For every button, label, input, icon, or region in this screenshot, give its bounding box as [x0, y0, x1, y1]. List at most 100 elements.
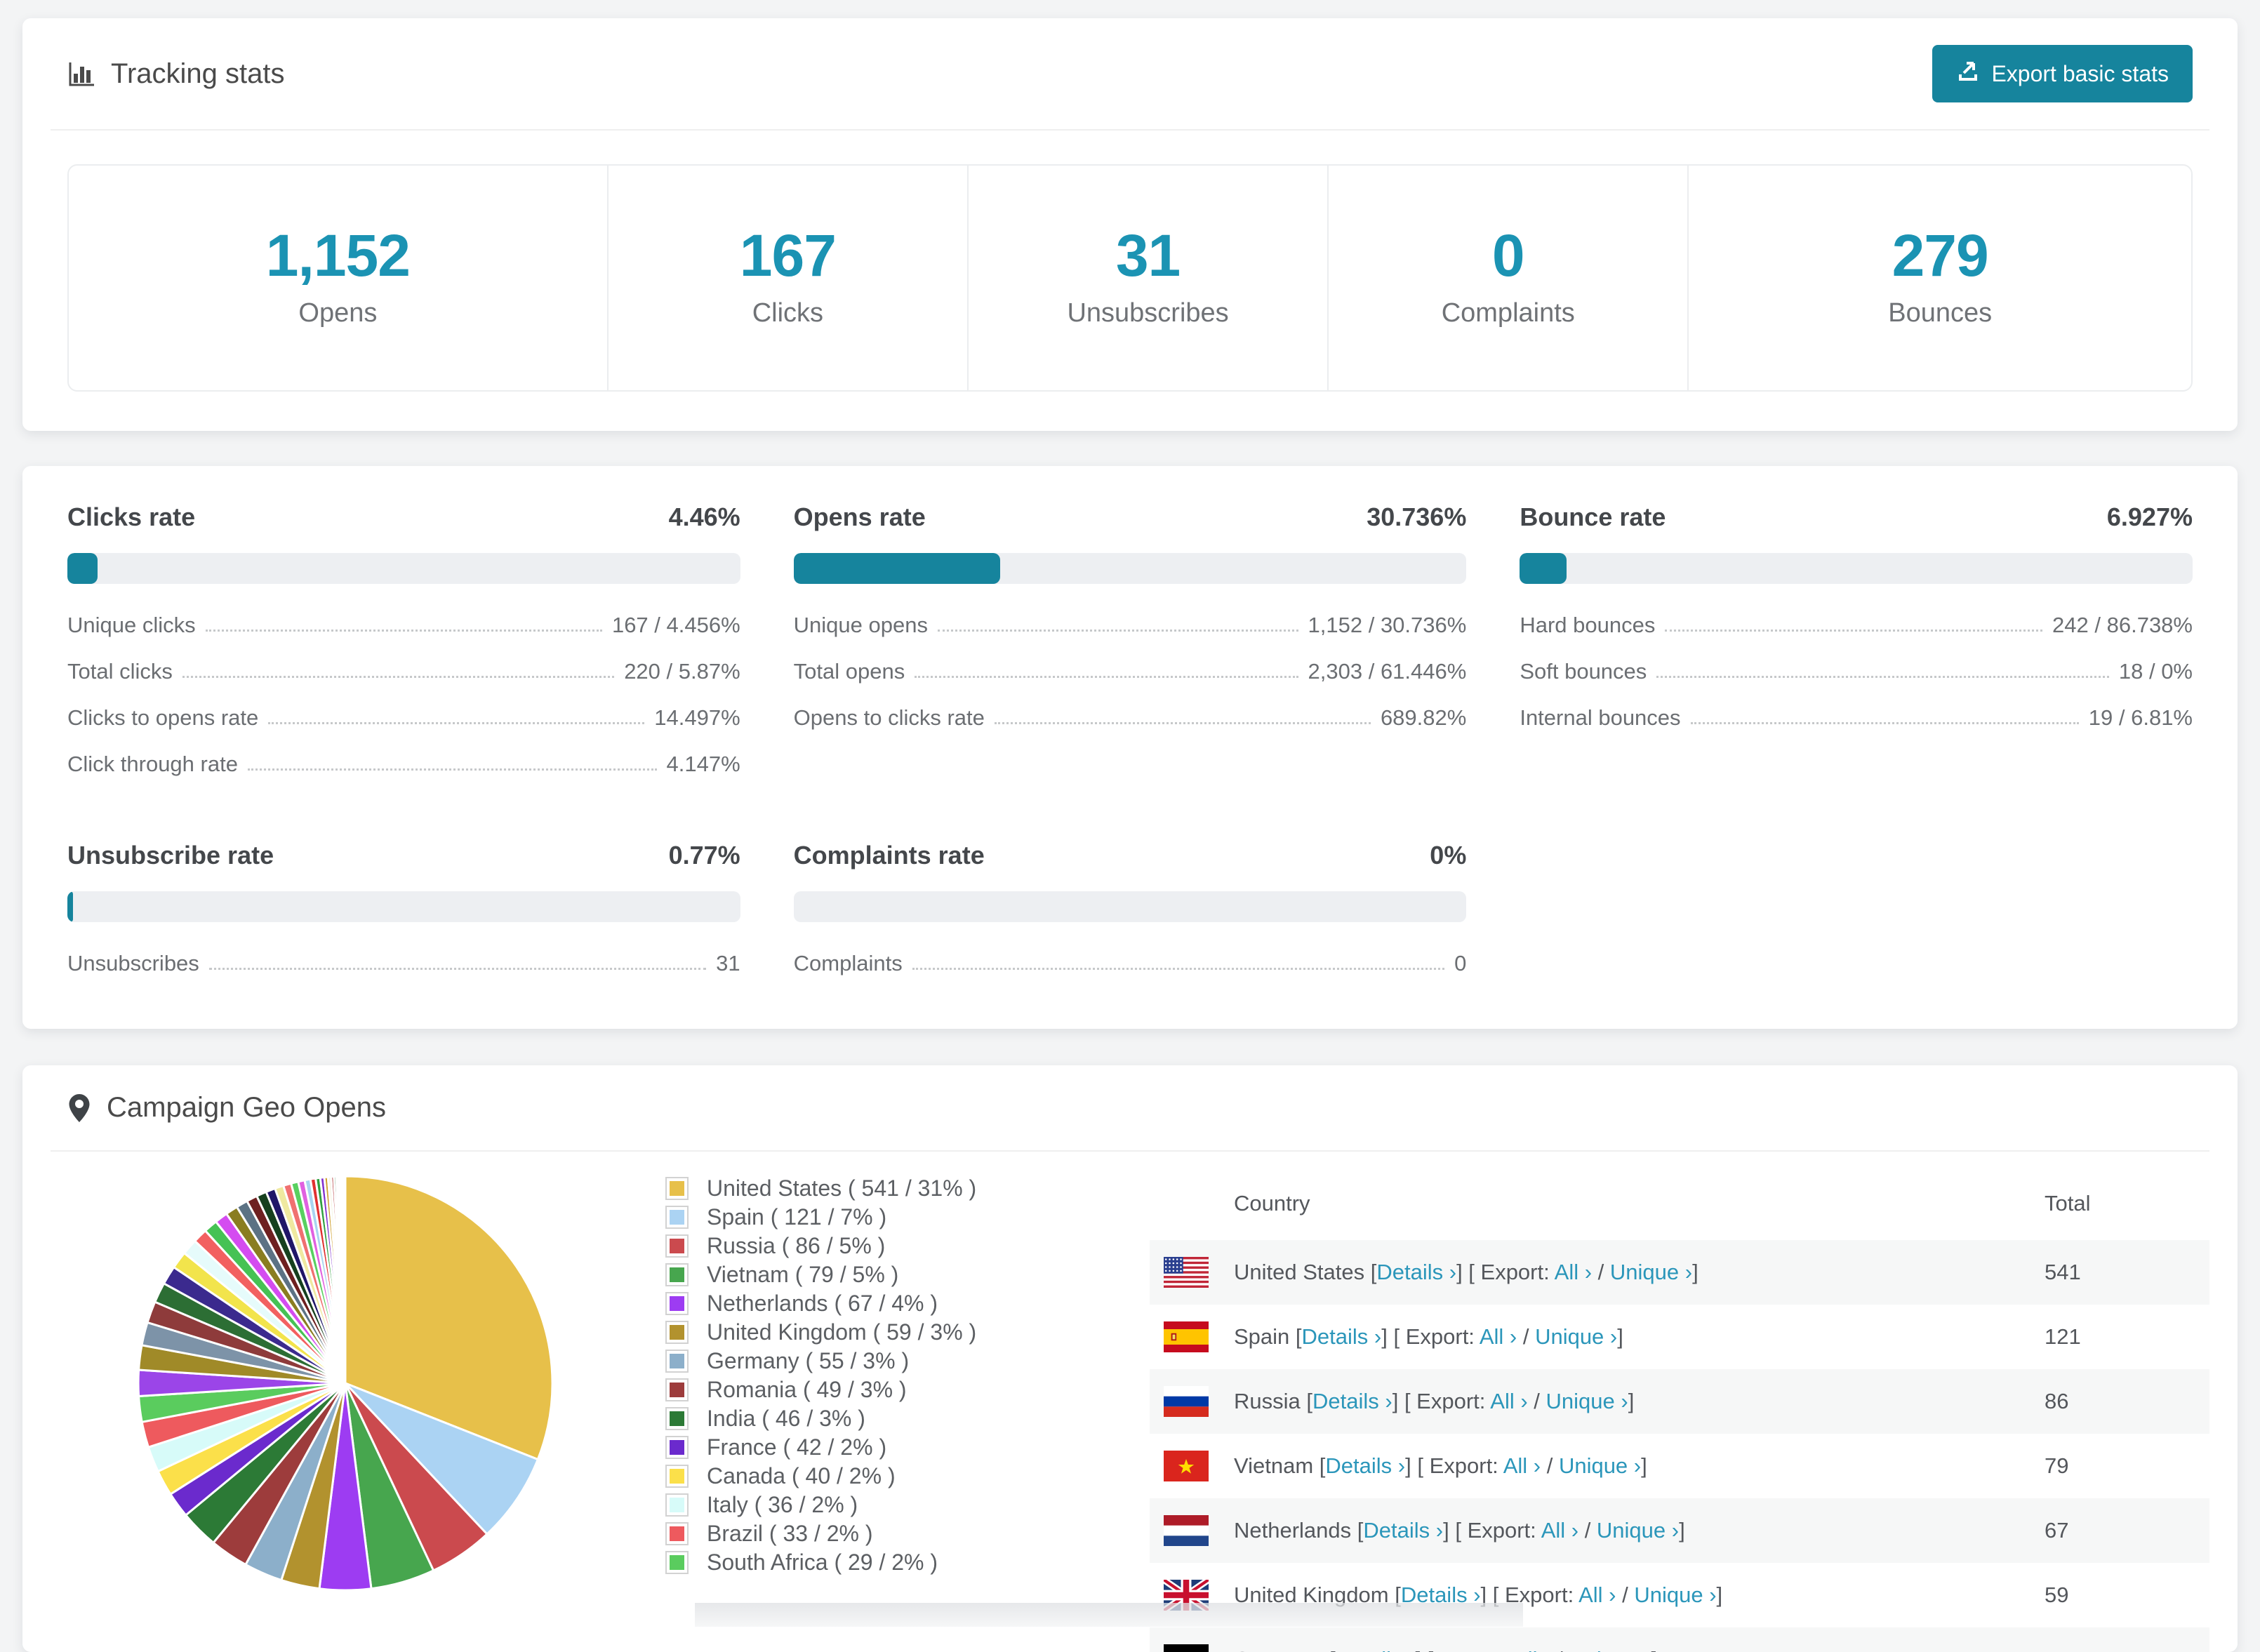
legend-swatch — [665, 1465, 689, 1488]
export-unique-link[interactable]: Unique › — [1610, 1260, 1692, 1284]
country-total: 59 — [2045, 1583, 2069, 1607]
details-link[interactable]: Details › — [1312, 1389, 1392, 1413]
rate-detail-value: 167 / 4.456% — [611, 613, 740, 637]
header-divider — [51, 129, 2209, 131]
rate-detail-label: Complaints — [793, 951, 903, 975]
rate-detail-row: Unique opens 1,152 / 30.736% — [794, 602, 1467, 648]
rate-detail-row: Total opens 2,303 / 61.446% — [794, 648, 1467, 695]
rate-detail-value: 689.82% — [1380, 705, 1467, 730]
stat-value: 1,152 — [265, 222, 411, 288]
geo-table-header: Country Total — [1150, 1173, 2209, 1240]
geo-table-row: Vietnam [Details ›] [ Export: All › / Un… — [1150, 1434, 2209, 1498]
export-unique-link[interactable]: Unique › — [1569, 1647, 1651, 1652]
rate-detail-value: 4.147% — [666, 752, 740, 776]
rate-detail-label: Total clicks — [67, 659, 173, 684]
legend-item[interactable]: Netherlands ( 67 / 4% ) — [665, 1289, 1150, 1318]
legend-item[interactable]: Brazil ( 33 / 2% ) — [665, 1519, 1150, 1548]
rate-block: Complaints rate 0% Complaints 0 — [793, 841, 1467, 987]
geo-table-row: Russia [Details ›] [ Export: All › / Uni… — [1150, 1369, 2209, 1434]
rate-progress-fill — [67, 891, 73, 922]
details-link[interactable]: Details › — [1325, 1453, 1405, 1478]
dotted-leader — [247, 768, 657, 771]
export-unique-link[interactable]: Unique › — [1597, 1518, 1679, 1543]
legend-item[interactable]: Russia ( 86 / 5% ) — [665, 1232, 1150, 1260]
rate-title: Unsubscribe rate — [67, 841, 274, 870]
export-all-link[interactable]: All › — [1578, 1583, 1616, 1607]
legend-item[interactable]: Romania ( 49 / 3% ) — [665, 1375, 1150, 1404]
export-icon — [1956, 59, 1980, 88]
export-unique-link[interactable]: Unique › — [1559, 1453, 1641, 1478]
rate-title: Opens rate — [793, 502, 926, 531]
legend-item[interactable]: Germany ( 55 / 3% ) — [665, 1347, 1150, 1375]
rate-value: 0% — [1430, 841, 1467, 870]
legend-item[interactable]: United Kingdom ( 59 / 3% ) — [665, 1318, 1150, 1347]
export-all-link[interactable]: All › — [1490, 1389, 1527, 1413]
rate-detail-value: 242 / 86.738% — [2052, 613, 2193, 637]
rate-detail-label: Soft bounces — [1520, 659, 1647, 684]
rate-value: 0.77% — [668, 841, 740, 870]
rate-title: Bounce rate — [1520, 502, 1666, 531]
country-flag-icon — [1164, 1451, 1209, 1481]
legend-item[interactable]: Canada ( 40 / 2% ) — [665, 1462, 1150, 1491]
legend-item[interactable]: Italy ( 36 / 2% ) — [665, 1491, 1150, 1519]
stat-label: Clicks — [752, 298, 824, 328]
details-link[interactable]: Details › — [1363, 1518, 1443, 1543]
rate-detail-label: Unsubscribes — [67, 951, 199, 975]
geo-table-row: Germany [Details ›] [ Export: All › / Un… — [1150, 1627, 2209, 1652]
dotted-leader — [937, 630, 1298, 632]
rate-detail-row: Unique clicks 167 / 4.456% — [67, 602, 740, 648]
rate-detail-row: Unsubscribes 31 — [67, 940, 740, 987]
dotted-leader — [182, 676, 615, 678]
dotted-leader — [1665, 630, 2043, 632]
legend-item[interactable]: United States ( 541 / 31% ) — [665, 1174, 1150, 1203]
legend-item[interactable]: Vietnam ( 79 / 5% ) — [665, 1260, 1150, 1289]
legend-swatch — [665, 1206, 689, 1229]
geo-table-row: Spain [Details ›] [ Export: All › / Uniq… — [1150, 1305, 2209, 1369]
export-all-link[interactable]: All › — [1503, 1453, 1541, 1478]
rate-block: Clicks rate 4.46% Unique clicks 167 / 4.… — [67, 502, 740, 787]
legend-swatch — [665, 1551, 689, 1574]
geo-pie-chart — [135, 1173, 556, 1652]
tracking-stats-title: Tracking stats — [67, 58, 284, 90]
legend-swatch — [665, 1378, 689, 1401]
legend-item[interactable]: South Africa ( 29 / 2% ) — [665, 1548, 1150, 1577]
rate-detail-row: Click through rate 4.147% — [67, 741, 740, 787]
country-name: Vietnam — [1234, 1453, 1314, 1478]
legend-item[interactable]: France ( 42 / 2% ) — [665, 1433, 1150, 1462]
rate-detail-value: 2,303 / 61.446% — [1308, 659, 1467, 684]
rate-title: Complaints rate — [793, 841, 985, 870]
legend-label: Brazil ( 33 / 2% ) — [707, 1521, 873, 1546]
export-unique-link[interactable]: Unique › — [1546, 1389, 1628, 1413]
dotted-leader — [994, 722, 1371, 724]
rate-detail-label: Clicks to opens rate — [67, 705, 259, 730]
legend-swatch — [665, 1292, 689, 1315]
bottom-shadow-band — [695, 1603, 1523, 1627]
stat-card: 167 Clicks — [609, 166, 969, 390]
country-flag-icon — [1164, 1257, 1209, 1288]
legend-item[interactable]: India ( 46 / 3% ) — [665, 1404, 1150, 1433]
rate-value: 6.927% — [2106, 502, 2193, 531]
geo-legend: United States ( 541 / 31% ) Spain ( 121 … — [665, 1173, 1150, 1652]
export-all-link[interactable]: All › — [1480, 1324, 1517, 1349]
details-link[interactable]: Details › — [1376, 1260, 1456, 1284]
stat-label: Opens — [298, 298, 378, 328]
summary-stats-strip: 1,152 Opens 167 Clicks 31 Unsubscribes 0… — [67, 164, 2193, 392]
export-label: Export: — [1433, 1647, 1508, 1652]
country-name: United States — [1234, 1260, 1365, 1284]
legend-label: Italy ( 36 / 2% ) — [707, 1492, 858, 1517]
export-all-link[interactable]: All › — [1541, 1518, 1578, 1543]
details-link[interactable]: Details › — [1302, 1324, 1382, 1349]
stat-value: 167 — [739, 222, 837, 288]
details-link[interactable]: Details › — [1336, 1647, 1416, 1652]
export-all-link[interactable]: All › — [1513, 1647, 1550, 1652]
export-unique-link[interactable]: Unique › — [1535, 1324, 1617, 1349]
rates-grid: Clicks rate 4.46% Unique clicks 167 / 4.… — [67, 502, 2193, 987]
legend-label: Vietnam ( 79 / 5% ) — [707, 1262, 899, 1287]
export-unique-link[interactable]: Unique › — [1634, 1583, 1716, 1607]
country-name: Russia — [1234, 1389, 1301, 1413]
geo-table-row: Netherlands [Details ›] [ Export: All › … — [1150, 1498, 2209, 1563]
export-basic-stats-button[interactable]: Export basic stats — [1932, 45, 2193, 102]
legend-item[interactable]: Spain ( 121 / 7% ) — [665, 1203, 1150, 1232]
export-all-link[interactable]: All › — [1555, 1260, 1592, 1284]
country-total: 67 — [2045, 1518, 2069, 1543]
